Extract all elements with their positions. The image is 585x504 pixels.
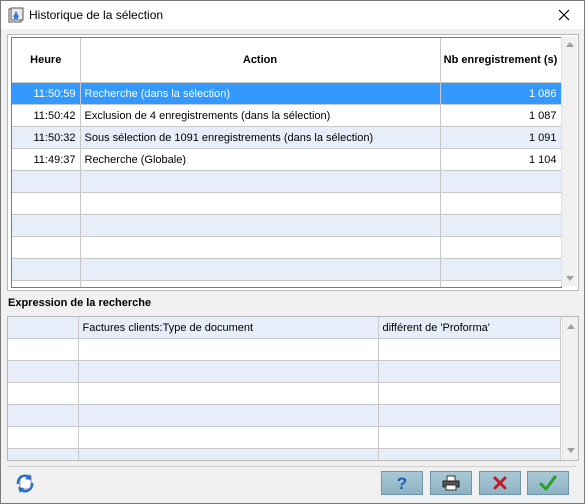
expression-scrollbar[interactable]	[562, 317, 578, 460]
printer-icon	[442, 475, 460, 491]
scroll-up-button[interactable]	[562, 37, 577, 52]
expression-table[interactable]: Factures clients:Type de document différ…	[8, 317, 578, 460]
table-row[interactable]: 11:49:37 Recherche (Globale) 1 104	[12, 148, 561, 171]
refresh-icon	[16, 474, 34, 493]
cell-count: 1 087	[440, 104, 561, 127]
history-dialog: Historique de la sélection Heure Action …	[0, 0, 585, 504]
empty-row	[8, 360, 561, 383]
empty-row	[12, 280, 561, 287]
scroll-up-button[interactable]	[563, 319, 578, 334]
print-button[interactable]	[430, 471, 472, 495]
scroll-down-button[interactable]	[562, 271, 577, 286]
history-panel: Heure Action Nb enregistrement (s) 11:50…	[7, 34, 579, 291]
title-bar: Historique de la sélection	[1, 1, 584, 29]
question-icon: ?	[397, 474, 407, 492]
cell-connector	[8, 317, 79, 339]
cell-count: 1 091	[440, 126, 561, 149]
cell-time: 11:50:59	[12, 82, 81, 105]
table-row[interactable]: 11:50:32 Sous sélection de 1091 enregist…	[12, 126, 561, 149]
chevron-down-icon	[566, 448, 575, 453]
checkmark-icon	[539, 475, 557, 491]
cell-time: 11:50:32	[12, 126, 81, 149]
footer-toolbar: ?	[7, 466, 577, 497]
expression-row[interactable]: Factures clients:Type de document différ…	[8, 317, 561, 339]
window-title: Historique de la sélection	[29, 8, 164, 22]
empty-row	[12, 192, 561, 215]
chevron-up-icon	[565, 42, 574, 47]
empty-row	[8, 338, 561, 361]
empty-row	[12, 236, 561, 259]
svg-text:?: ?	[397, 474, 407, 492]
cell-condition: différent de 'Proforma'	[378, 317, 561, 339]
app-icon	[8, 7, 24, 23]
cell-count: 1 104	[440, 148, 561, 171]
cell-action: Sous sélection de 1091 enregistrements (…	[80, 126, 441, 149]
close-icon	[558, 9, 570, 21]
x-icon	[493, 476, 507, 490]
help-button[interactable]: ?	[381, 471, 423, 495]
column-header-time[interactable]: Heure	[12, 38, 81, 83]
close-button[interactable]	[544, 1, 584, 29]
column-header-action[interactable]: Action	[80, 38, 441, 83]
cancel-button[interactable]	[479, 471, 521, 495]
cell-time: 11:49:37	[12, 148, 81, 171]
chevron-down-icon	[565, 276, 574, 281]
cell-count: 1 086	[440, 82, 561, 105]
cell-action: Recherche (dans la sélection)	[80, 82, 441, 105]
cell-action: Exclusion de 4 enregistrements (dans la …	[80, 104, 441, 127]
cell-field: Factures clients:Type de document	[78, 317, 379, 339]
expression-label: Expression de la recherche	[8, 297, 152, 309]
chevron-up-icon	[566, 324, 575, 329]
table-row[interactable]: 11:50:42 Exclusion de 4 enregistrements …	[12, 104, 561, 127]
scroll-down-button[interactable]	[563, 443, 578, 458]
history-table[interactable]: Heure Action Nb enregistrement (s) 11:50…	[11, 37, 562, 288]
cell-time: 11:50:42	[12, 104, 81, 127]
empty-row	[12, 258, 561, 281]
column-header-count[interactable]: Nb enregistrement (s)	[440, 38, 561, 83]
empty-row	[8, 404, 561, 427]
empty-row	[8, 448, 561, 460]
empty-row	[12, 214, 561, 237]
empty-row	[8, 382, 561, 405]
empty-row	[8, 426, 561, 449]
empty-row	[12, 170, 561, 193]
history-scrollbar[interactable]	[561, 37, 577, 286]
table-row[interactable]: 11:50:59 Recherche (dans la sélection) 1…	[12, 82, 561, 105]
refresh-button[interactable]	[12, 470, 38, 496]
cell-action: Recherche (Globale)	[80, 148, 441, 171]
ok-button[interactable]	[527, 471, 569, 495]
expression-panel: Factures clients:Type de document différ…	[7, 316, 579, 461]
